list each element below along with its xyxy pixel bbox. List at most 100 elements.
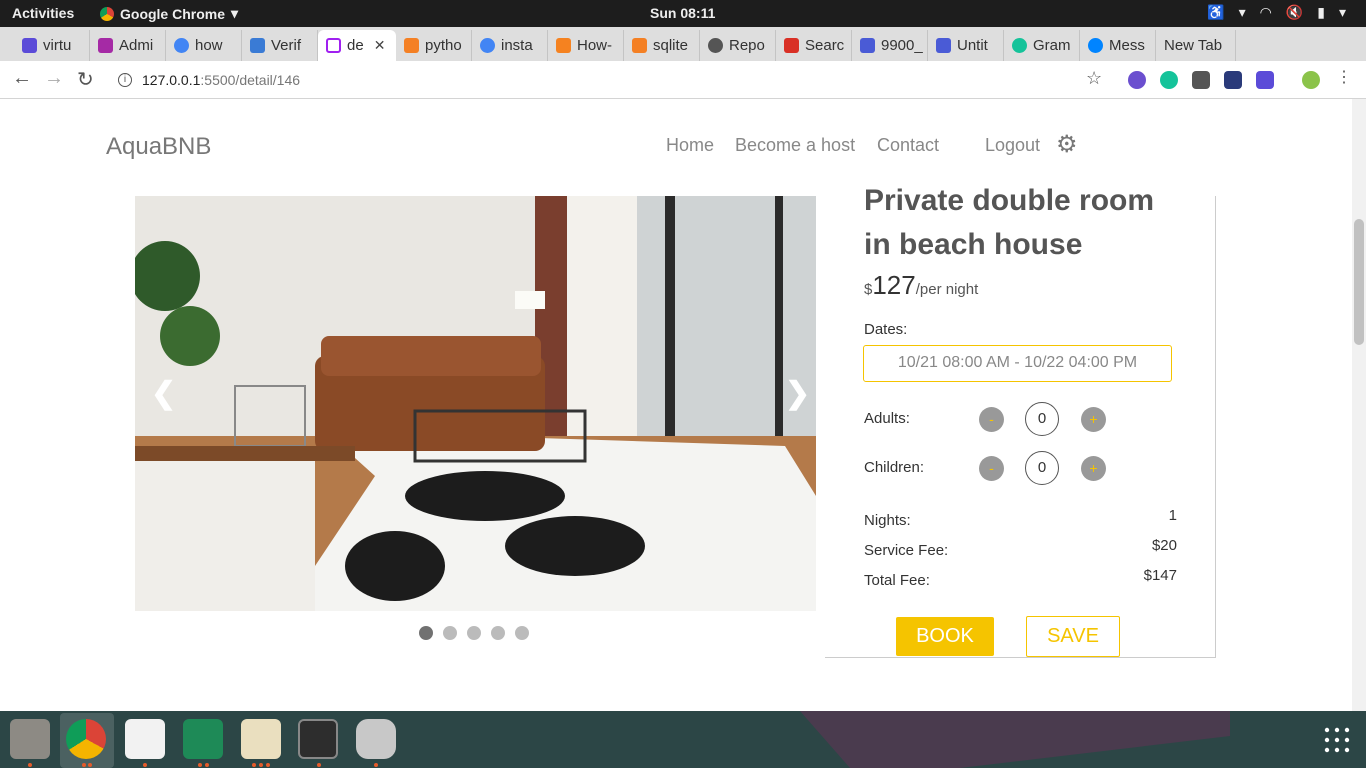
running-indicator <box>374 763 378 767</box>
tab-item[interactable]: Untit <box>928 30 1004 61</box>
tab-item[interactable]: virtu <box>14 30 90 61</box>
chrome-menu-icon[interactable]: ⋮ <box>1336 67 1352 87</box>
tab-item[interactable]: insta <box>472 30 548 61</box>
google-icon <box>174 38 189 53</box>
tab-item[interactable]: Searc <box>776 30 852 61</box>
activities-button[interactable]: Activities <box>12 5 74 21</box>
back-button[interactable]: ← <box>12 67 32 90</box>
running-indicator <box>252 763 256 767</box>
tab-item[interactable]: Verif <box>242 30 318 61</box>
tab-item[interactable]: Admi <box>90 30 166 61</box>
extension-calendar-icon[interactable] <box>1256 71 1274 89</box>
docs-icon <box>936 38 951 53</box>
pycharm-icon[interactable] <box>183 719 223 759</box>
carousel-dot[interactable] <box>515 626 529 640</box>
extension-chart-icon[interactable] <box>1224 71 1242 89</box>
tab-favicon-icon <box>22 38 37 53</box>
info-icon[interactable]: i <box>118 73 132 87</box>
photo-carousel[interactable]: ❮ ❯ <box>135 196 816 611</box>
grammarly-icon[interactable] <box>1160 71 1178 89</box>
docs-icon <box>860 38 875 53</box>
address-bar[interactable]: i 127.0.0.1:5500/detail/146 <box>110 66 1116 94</box>
adults-count: 0 <box>1025 402 1059 436</box>
chrome-icon[interactable] <box>66 719 106 759</box>
grammarly-icon <box>1012 38 1027 53</box>
reload-button[interactable]: ↻ <box>77 67 94 92</box>
adults-increment-button[interactable]: + <box>1081 407 1106 432</box>
listing-photo <box>135 196 816 611</box>
accessibility-icon[interactable]: ♿ <box>1207 4 1224 21</box>
show-applications-icon[interactable] <box>1324 727 1350 753</box>
book-button[interactable]: BOOK <box>896 617 994 656</box>
tab-item[interactable]: how <box>166 30 242 61</box>
app-menu[interactable]: Google Chrome ▾ <box>100 5 238 22</box>
tab-item[interactable]: How- <box>548 30 624 61</box>
browser-toolbar: ← → ↻ i 127.0.0.1:5500/detail/146 ☆ ⋮ <box>0 61 1366 99</box>
running-indicator <box>259 763 263 767</box>
files-icon[interactable] <box>10 719 50 759</box>
battery-icon[interactable]: ▮ <box>1317 4 1325 21</box>
stackoverflow-icon <box>404 38 419 53</box>
chevron-down-icon: ▾ <box>1338 4 1346 20</box>
text-editor-icon[interactable] <box>241 719 281 759</box>
children-increment-button[interactable]: + <box>1081 456 1106 481</box>
url-host: 127.0.0.1 <box>142 72 201 88</box>
extension-shield-icon[interactable] <box>1192 71 1210 89</box>
carousel-prev-button[interactable]: ❮ <box>151 376 176 411</box>
system-top-bar: Activities Google Chrome ▾ Sun 08:11 ♿ ▾… <box>0 0 1366 27</box>
booking-panel: Private double room in beach house $127/… <box>825 184 1216 658</box>
profile-avatar[interactable] <box>1302 71 1320 89</box>
carousel-indicators <box>419 626 529 640</box>
tab-item[interactable]: Mess <box>1080 30 1156 61</box>
carousel-next-button[interactable]: ❯ <box>785 376 810 411</box>
page-scrollbar[interactable] <box>1352 99 1366 711</box>
scrollbar-thumb[interactable] <box>1354 219 1364 345</box>
adults-decrement-button[interactable]: - <box>979 407 1004 432</box>
listing-price: $127/per night <box>864 270 979 300</box>
carousel-dot[interactable] <box>443 626 457 640</box>
nights-value: 1 <box>1168 507 1177 524</box>
close-icon[interactable]: ✕ <box>374 37 386 54</box>
gear-icon[interactable]: ⚙ <box>1056 130 1078 159</box>
children-decrement-button[interactable]: - <box>979 456 1004 481</box>
chevron-down-icon: ▾ <box>1238 4 1246 20</box>
tab-item[interactable]: 9900_ <box>852 30 928 61</box>
system-tray[interactable]: ♿ ▾ ◠ 🔇 ▮ ▾ <box>1207 4 1346 21</box>
carousel-dot[interactable] <box>419 626 433 640</box>
adults-label: Adults: <box>864 410 910 427</box>
extension-r-icon[interactable] <box>1128 71 1146 89</box>
children-label: Children: <box>864 459 925 476</box>
forward-button[interactable]: → <box>44 67 64 90</box>
tab-item[interactable]: Repo <box>700 30 776 61</box>
tab-item[interactable]: sqlite <box>624 30 700 61</box>
terminal-icon[interactable] <box>298 719 338 759</box>
bookmark-star-icon[interactable]: ☆ <box>1086 68 1102 89</box>
running-indicator <box>28 763 32 767</box>
tab-item[interactable]: Gram <box>1004 30 1080 61</box>
nav-become-host[interactable]: Become a host <box>735 135 855 156</box>
volume-icon[interactable]: 🔇 <box>1286 4 1303 21</box>
dates-input[interactable]: 10/21 08:00 AM - 10/22 04:00 PM <box>863 345 1172 382</box>
pdf-viewer-icon[interactable] <box>125 719 165 759</box>
running-indicator <box>205 763 209 767</box>
brand-logo[interactable]: AquaBNB <box>106 133 211 161</box>
tab-favicon-icon <box>98 38 113 53</box>
save-button[interactable]: SAVE <box>1026 616 1120 657</box>
chrome-icon <box>100 6 114 21</box>
nav-contact[interactable]: Contact <box>877 135 939 156</box>
nav-home[interactable]: Home <box>666 135 714 156</box>
tab-item-active[interactable]: de ✕ <box>318 30 396 61</box>
wifi-icon[interactable]: ◠ <box>1260 4 1272 21</box>
database-icon[interactable] <box>356 719 396 759</box>
gmail-icon <box>784 38 799 53</box>
carousel-dot[interactable] <box>467 626 481 640</box>
tab-item[interactable]: pytho <box>396 30 472 61</box>
carousel-dot[interactable] <box>491 626 505 640</box>
clock[interactable]: Sun 08:11 <box>650 5 715 21</box>
tab-favicon-icon <box>326 38 341 53</box>
total-fee-value: $147 <box>1143 567 1177 584</box>
tab-item[interactable]: New Tab <box>1156 30 1236 61</box>
tab-favicon-icon <box>250 38 265 53</box>
tab-strip: virtu Admi how Verif de ✕ pytho insta How… <box>0 27 1366 81</box>
nav-logout[interactable]: Logout <box>985 135 1040 156</box>
